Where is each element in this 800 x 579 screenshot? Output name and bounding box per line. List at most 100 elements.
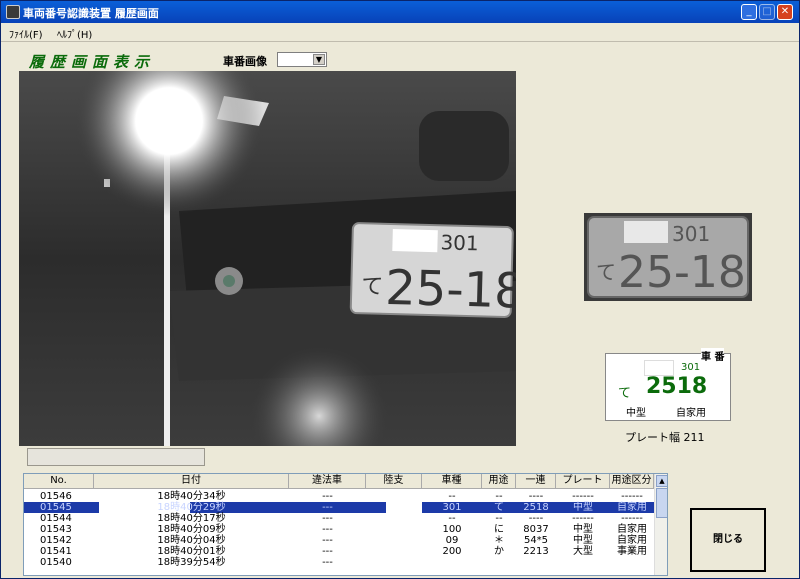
table-cell: 中型 — [573, 524, 593, 535]
table-cell: 54*5 — [523, 535, 549, 546]
table-cell: --- — [322, 502, 333, 513]
menu-help[interactable]: ﾍﾙﾌﾟ(H) — [57, 26, 92, 41]
plate-crop-image: 301 て 25-18 — [584, 213, 752, 301]
table-cell: 18時40分01秒 — [157, 546, 226, 557]
plate-width-value: 211 — [683, 431, 705, 444]
table-cell: 01542 — [40, 535, 72, 546]
table-row[interactable]: 01546 18時40分34秒 --- -- -- ---- ------ ------ — [24, 491, 654, 502]
status-box — [27, 448, 205, 466]
table-row[interactable]: 01541 18時40分01秒 --- 200 か 2213 大型 事業用 — [24, 546, 654, 557]
scroll-up-icon[interactable]: ▲ — [656, 475, 667, 487]
table-cell: 301 — [442, 502, 462, 513]
result-class-number: 301 — [681, 362, 701, 373]
table-cell: ---- — [528, 513, 544, 524]
table-cell: --- — [322, 524, 333, 535]
result-kana: て — [618, 386, 632, 401]
table-cell: 01544 — [40, 513, 72, 524]
table-cell: --- — [322, 546, 333, 557]
column-header[interactable]: 陸支 — [366, 474, 422, 489]
close-window-button[interactable]: ✕ — [777, 4, 793, 20]
window-title: 車両番号認識装置 履歴画面 — [23, 7, 159, 20]
column-header[interactable]: プレート — [556, 474, 610, 489]
minimize-button[interactable]: _ — [741, 4, 757, 20]
table-cell: 自家用 — [617, 535, 647, 546]
table-cell: に — [494, 524, 504, 535]
table-cell: 200 — [442, 546, 462, 557]
table-row[interactable]: 01542 18時40分04秒 --- 09 ＊ 54*5 中型 自家用 — [24, 535, 654, 546]
camera-plate-kana: て — [361, 274, 384, 300]
crop-plate-kana: て — [596, 260, 616, 284]
scroll-thumb[interactable] — [656, 488, 667, 518]
table-cell: --- — [322, 491, 333, 502]
column-header[interactable]: 用途 — [482, 474, 516, 489]
table-cell: --- — [322, 513, 333, 524]
table-scrollbar[interactable]: ▲ — [654, 474, 667, 575]
close-button[interactable]: 閉じる — [690, 508, 766, 572]
table-header: No. 日付 違法車 陸支 車種 用途 一連 プレート 用途区分 — [24, 474, 667, 489]
history-window: 車両番号認識装置 履歴画面 _ □ ✕ ﾌｧｲﾙ(F) ﾍﾙﾌﾟ(H) 履歴画面… — [0, 0, 800, 579]
plate-width-label: プレート幅 — [625, 431, 680, 444]
table-cell: 18時40分34秒 — [157, 491, 226, 502]
table-cell: 2518 — [523, 502, 549, 513]
image-select[interactable]: ▼ — [277, 52, 327, 67]
table-cell: 01545 — [40, 502, 72, 513]
table-cell: 大型 — [573, 546, 593, 557]
table-cell: 8037 — [523, 524, 549, 535]
table-cell: 中型 — [573, 535, 593, 546]
result-plate-size: 中型 — [626, 408, 646, 419]
title-bar[interactable]: 車両番号認識装置 履歴画面 _ □ ✕ — [1, 1, 799, 23]
table-cell: ------ — [621, 491, 643, 502]
table-cell: -- — [495, 491, 503, 502]
result-heading: 車 番 — [701, 348, 725, 363]
camera-image: 301 て 25-18 — [19, 71, 516, 446]
recognition-result: 車 番 301 て 2518 中型 自家用 — [605, 348, 731, 421]
table-cell: -- — [448, 513, 456, 524]
table-cell: か — [494, 546, 504, 557]
table-cell: -- — [495, 513, 503, 524]
menu-bar: ﾌｧｲﾙ(F) ﾍﾙﾌﾟ(H) — [1, 23, 799, 42]
table-cell: ------ — [621, 513, 643, 524]
table-cell: 18時40分17秒 — [157, 513, 226, 524]
table-cell: --- — [322, 535, 333, 546]
result-number: 2518 — [646, 374, 708, 399]
app-icon — [6, 5, 20, 19]
menu-file[interactable]: ﾌｧｲﾙ(F) — [9, 26, 43, 41]
table-cell: 中型 — [573, 502, 593, 513]
crop-plate-number: 25-18 — [618, 247, 746, 298]
table-cell: ------ — [572, 513, 594, 524]
image-select-label: 車番画像 — [223, 55, 267, 68]
table-row[interactable]: 01544 18時40分17秒 --- -- -- ---- ------ ------ — [24, 513, 654, 524]
chevron-down-icon[interactable]: ▼ — [313, 54, 325, 65]
plate-width: プレート幅 211 — [625, 429, 705, 445]
column-header[interactable]: 違法車 — [289, 474, 366, 489]
crop-plate-class: 301 — [672, 222, 710, 246]
table-cell: 18時40分29秒 — [157, 502, 226, 513]
table-cell: 09 — [445, 535, 459, 546]
table-cell: 01541 — [40, 546, 72, 557]
column-header[interactable]: No. — [24, 474, 94, 489]
table-cell: 18時39分54秒 — [157, 557, 226, 568]
table-cell: 事業用 — [617, 546, 647, 557]
table-cell: 2213 — [523, 546, 549, 557]
table-row[interactable]: 01543 18時40分09秒 --- 100 に 8037 中型 自家用 — [24, 524, 654, 535]
column-header[interactable]: 用途区分 — [610, 474, 654, 489]
table-cell: 01540 — [40, 557, 72, 568]
table-cell: 18時40分09秒 — [157, 524, 226, 535]
camera-scene: 301 て 25-18 — [19, 71, 516, 446]
table-cell: 18時40分04秒 — [157, 535, 226, 546]
table-cell: -- — [448, 491, 456, 502]
column-header[interactable]: 日付 — [94, 474, 289, 489]
page-title: 履歴画面表示 — [29, 53, 156, 71]
maximize-button[interactable]: □ — [759, 4, 775, 20]
table-cell: 100 — [442, 524, 462, 535]
history-table[interactable]: No. 日付 違法車 陸支 車種 用途 一連 プレート 用途区分 01546 18時40分34秒 -… — [23, 473, 668, 576]
table-row[interactable]: 01545 18時40分29秒 --- 301 て 2518 中型 自家用 — [24, 502, 654, 513]
column-header[interactable]: 車種 — [422, 474, 482, 489]
table-cell: て — [494, 502, 504, 513]
table-cell: 自家用 — [617, 524, 647, 535]
column-header[interactable]: 一連 — [516, 474, 556, 489]
table-row[interactable]: 01540 18時39分54秒 --- — [24, 557, 654, 568]
table-cell: 01543 — [40, 524, 72, 535]
table-cell: 01546 — [40, 491, 72, 502]
table-cell: --- — [322, 557, 333, 568]
